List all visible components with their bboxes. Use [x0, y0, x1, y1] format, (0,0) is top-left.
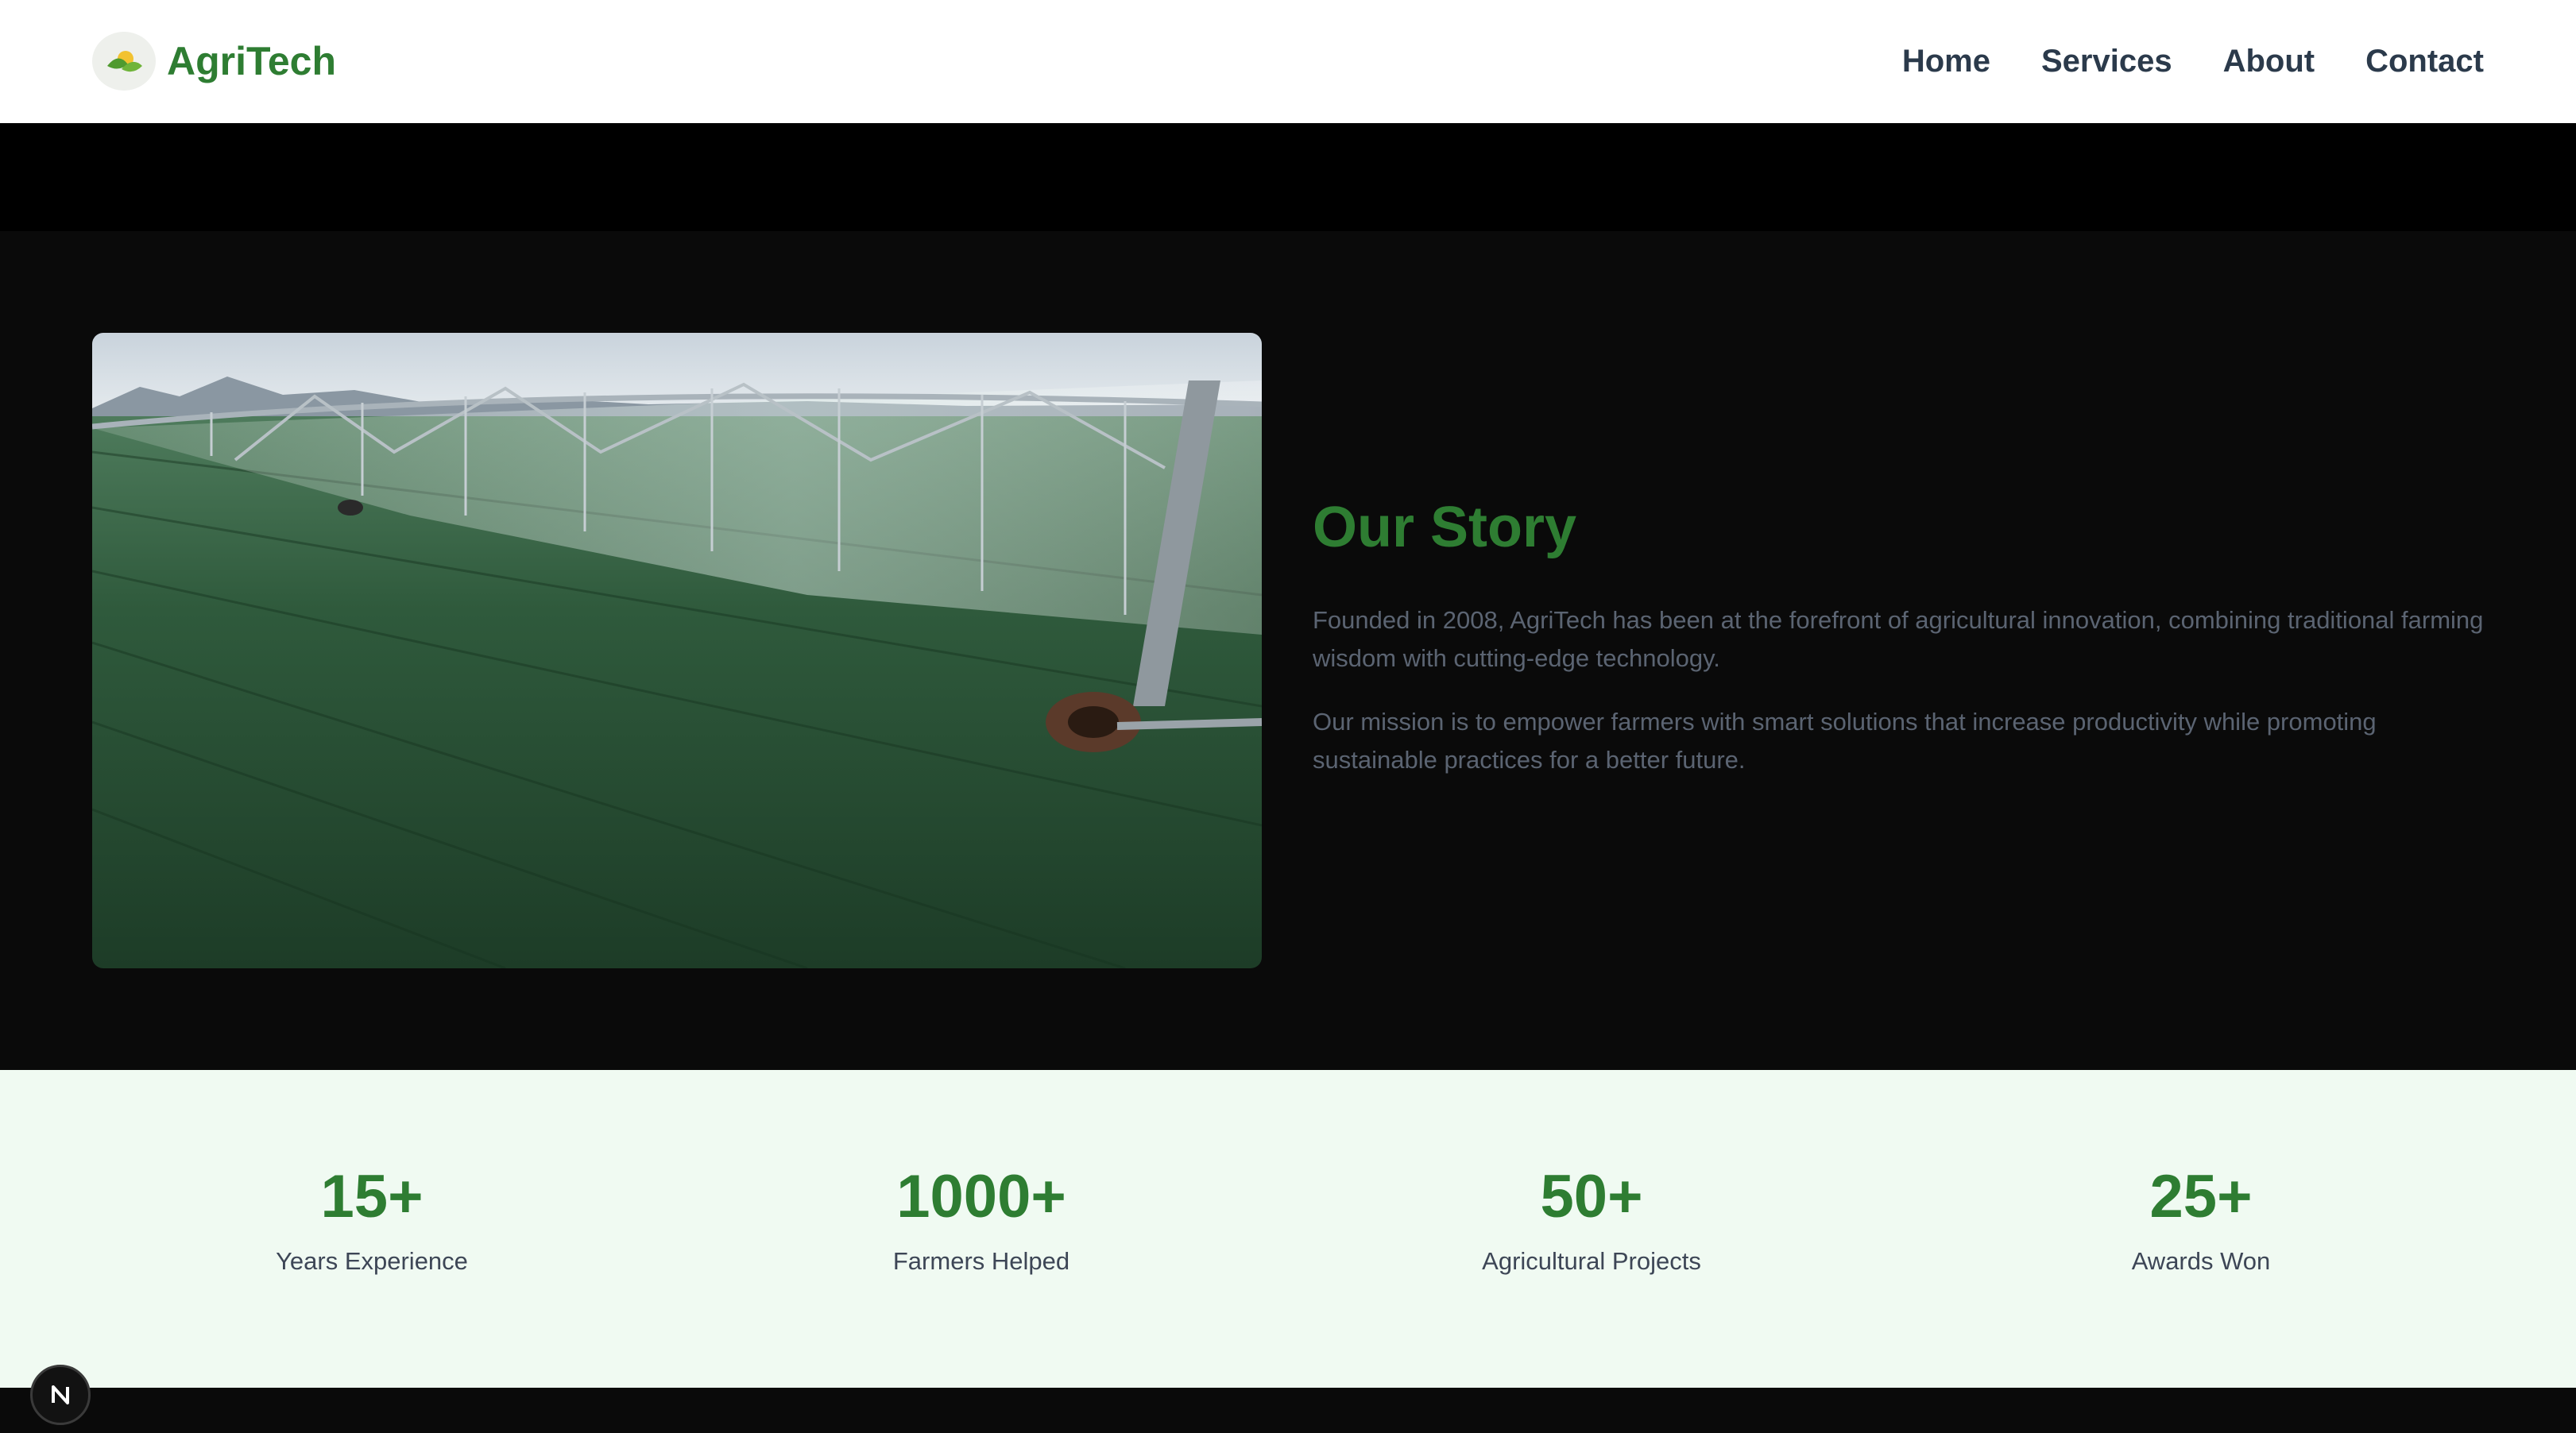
story-title: Our Story: [1313, 496, 1577, 559]
nav-contact[interactable]: Contact: [2365, 40, 2484, 83]
brand-name: AgriTech: [167, 39, 336, 83]
site-header: AgriTech Home Services About Contact: [0, 0, 2576, 123]
nav-home[interactable]: Home: [1902, 40, 1990, 83]
stat-value: 15+: [320, 1163, 424, 1230]
stat-years-experience: 15+ Years Experience: [133, 1164, 610, 1276]
hero-band: [0, 123, 2576, 231]
stat-label: Awards Won: [2131, 1246, 2271, 1275]
nav-about[interactable]: About: [2223, 40, 2315, 83]
stats-section: 15+ Years Experience 1000+ Farmers Helpe…: [0, 1070, 2576, 1388]
stat-label: Agricultural Projects: [1482, 1246, 1701, 1275]
story-section: Our Story Founded in 2008, AgriTech has …: [0, 231, 2576, 1070]
stat-label: Years Experience: [276, 1246, 468, 1275]
stat-value: 25+: [2149, 1163, 2253, 1230]
stat-label: Farmers Helped: [892, 1246, 1070, 1275]
irrigation-field-photo: [92, 333, 1262, 968]
nav-services[interactable]: Services: [2041, 40, 2172, 83]
stat-value: 1000+: [896, 1163, 1066, 1230]
next-logo-icon[interactable]: [30, 1365, 91, 1425]
footer-strip: [0, 1388, 2576, 1433]
stat-awards-won: 25+ Awards Won: [1963, 1164, 2439, 1276]
leaf-logo-icon: [92, 32, 156, 91]
stat-farmers-helped: 1000+ Farmers Helped: [743, 1164, 1220, 1276]
story-paragraph-mission: Our mission is to empower farmers with s…: [1313, 708, 2377, 774]
main-nav: Home Services About Contact: [1902, 40, 2484, 83]
stat-value: 50+: [1540, 1163, 1643, 1230]
logo[interactable]: AgriTech: [92, 31, 336, 91]
story-paragraph-founded: Founded in 2008, AgriTech has been at th…: [1313, 606, 2484, 672]
stat-agricultural-projects: 50+ Agricultural Projects: [1353, 1164, 1830, 1276]
